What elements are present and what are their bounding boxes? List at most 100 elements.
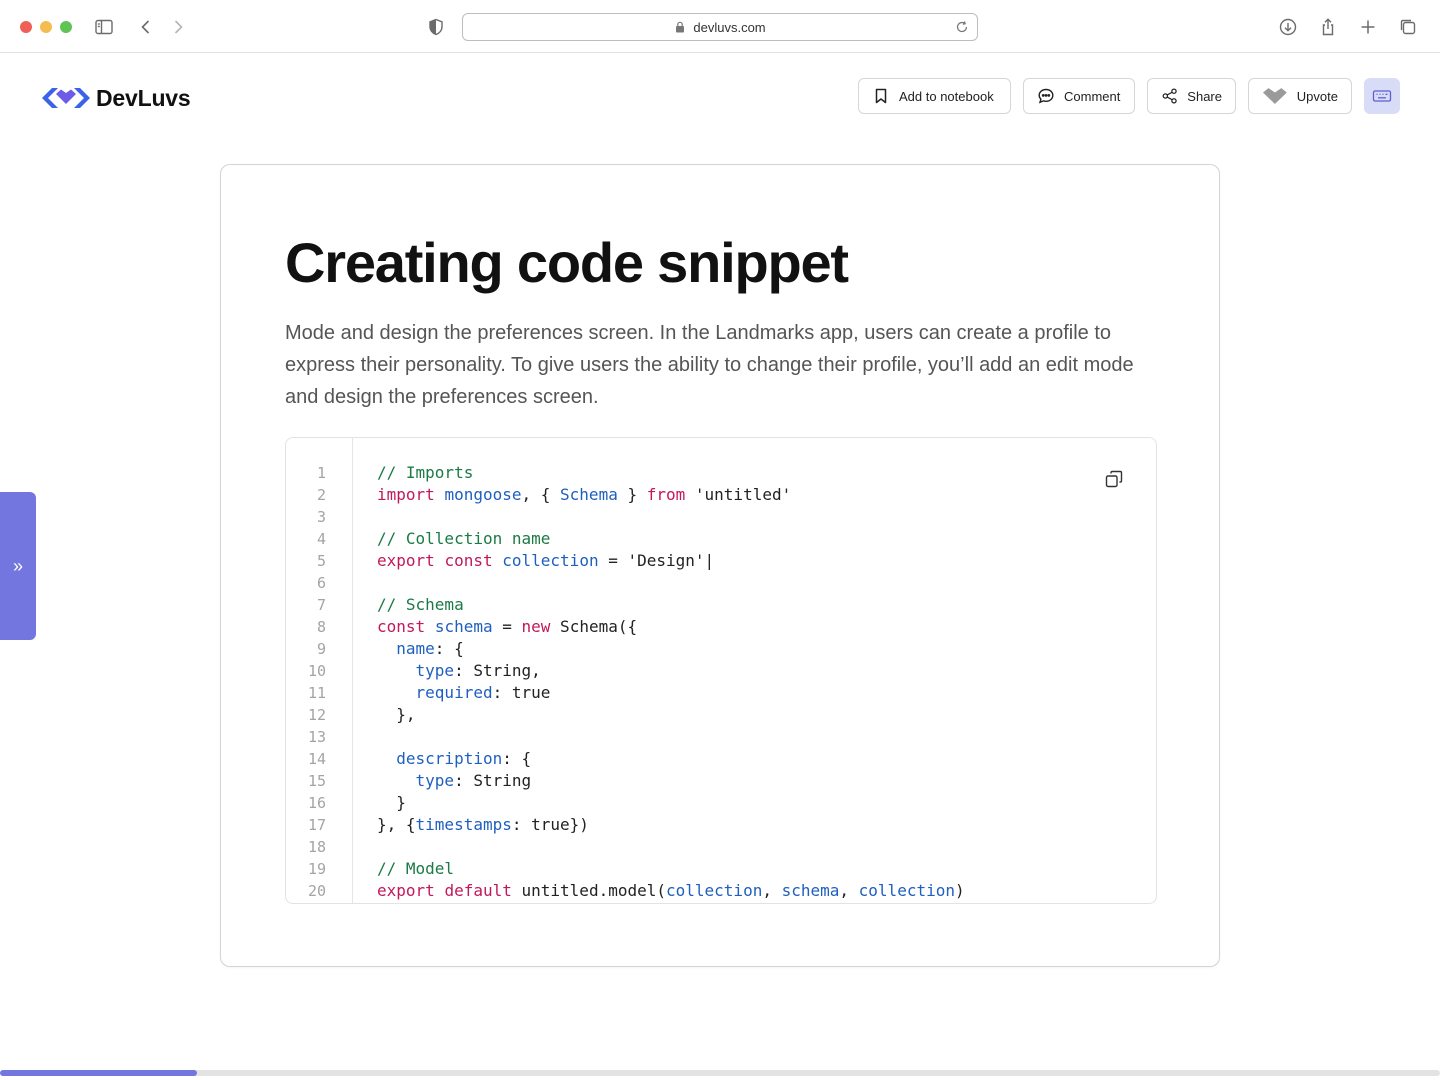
devluvs-logo-icon	[42, 88, 90, 108]
address-bar[interactable]: devluvs.com	[462, 13, 978, 41]
line-number: 8	[316, 618, 326, 636]
copy-code-button[interactable]	[1104, 469, 1126, 491]
code-line: // Collection name	[377, 528, 550, 550]
code-token: }	[377, 793, 406, 812]
line-number: 5	[316, 552, 326, 570]
expand-sidebar-tab[interactable]: »	[0, 492, 36, 640]
comment-label: Comment	[1064, 88, 1121, 104]
page-title: Creating code snippet	[285, 231, 849, 294]
upvote-label: Upvote	[1296, 88, 1338, 104]
code-token: name	[396, 639, 435, 658]
code-token: },	[377, 705, 416, 724]
code-token: // Schema	[377, 595, 464, 614]
line-number: 14	[307, 750, 326, 768]
code-token: // Model	[377, 859, 455, 878]
code-token: =	[492, 617, 522, 636]
share-label: Share	[1187, 88, 1222, 104]
code-line: const schema = new Schema({	[377, 616, 637, 638]
code-token: const	[377, 617, 426, 636]
upvote-button[interactable]: Upvote	[1248, 78, 1352, 114]
zoom-window-button[interactable]	[60, 21, 72, 33]
line-number: 12	[307, 706, 326, 724]
line-number: 1	[316, 464, 326, 482]
sidebar-icon[interactable]	[92, 15, 116, 39]
close-window-button[interactable]	[20, 21, 32, 33]
code-token: export	[377, 551, 435, 570]
shield-icon[interactable]	[424, 15, 448, 39]
code-token: : true})	[511, 815, 589, 834]
double-chevron-right-icon: »	[12, 555, 23, 576]
line-number: 3	[316, 508, 326, 526]
code-line: type: String	[377, 770, 532, 792]
bookmark-icon	[875, 88, 887, 104]
reading-progress-fill	[0, 1070, 198, 1076]
article-description: Mode and design the preferences screen. …	[285, 322, 1134, 408]
code-snippet[interactable]: 1 2 3 4 5 6 7 8 9 10 11 12 13 14 15 16 17 18 19 20 // Impor…	[285, 437, 1157, 904]
code-token: schema	[434, 617, 493, 636]
line-number: 4	[316, 530, 326, 548]
share-button[interactable]: Share	[1147, 78, 1236, 114]
code-token: 'untitled'	[685, 485, 792, 504]
line-number: 13	[307, 728, 326, 746]
code-token: collection	[666, 881, 763, 900]
reload-icon[interactable]	[955, 20, 969, 34]
share-icon[interactable]	[1316, 15, 1340, 39]
copy-icon	[1105, 470, 1123, 488]
back-icon[interactable]	[134, 15, 158, 39]
code-token: collection	[858, 881, 955, 900]
keyboard-shortcuts-button[interactable]	[1364, 78, 1400, 114]
add-to-notebook-button[interactable]: Add to notebook	[858, 78, 1011, 114]
code-token: schema	[781, 881, 840, 900]
code-token: type	[415, 661, 455, 680]
code-line: // Model	[377, 858, 454, 880]
code-token: timestamps	[415, 815, 512, 834]
code-token: description	[396, 749, 503, 768]
code-token: const	[444, 551, 493, 570]
forward-icon[interactable]	[166, 15, 190, 39]
code-token: untitled.model(	[511, 881, 667, 900]
line-number: 18	[307, 838, 326, 856]
line-number-gutter: 1 2 3 4 5 6 7 8 9 10 11 12 13 14 15 16 17 18 19 20	[286, 438, 353, 903]
article-card: Creating code snippet Mode and design th…	[220, 164, 1220, 967]
code-line: description: {	[377, 748, 531, 770]
code-token: )	[954, 881, 965, 900]
reading-progress-bar	[0, 1070, 1440, 1076]
code-token: : true	[492, 683, 551, 702]
line-number: 20	[307, 882, 326, 900]
line-number: 19	[307, 860, 326, 878]
line-number: 9	[316, 640, 326, 658]
line-number: 6	[316, 574, 326, 592]
code-line: export const collection = 'Design'|	[377, 550, 714, 572]
code-line: type: String,	[377, 660, 541, 682]
code-token: ,	[762, 881, 782, 900]
code-line: import mongoose, { Schema } from 'untitl…	[377, 484, 791, 506]
keyboard-icon	[1372, 90, 1392, 102]
tabs-icon[interactable]	[1396, 15, 1420, 39]
minimize-window-button[interactable]	[40, 21, 52, 33]
download-icon[interactable]	[1276, 15, 1300, 39]
code-token: : String,	[454, 661, 541, 680]
code-line: // Schema	[377, 594, 464, 616]
code-token: Schema	[560, 485, 618, 504]
code-token: : {	[502, 749, 532, 768]
url-text: devluvs.com	[693, 19, 766, 35]
browser-toolbar: devluvs.com	[0, 0, 1440, 53]
code-token: collection	[502, 551, 599, 570]
code-token: , {	[521, 485, 561, 504]
line-number: 15	[307, 772, 326, 790]
comment-button[interactable]: Comment	[1023, 78, 1135, 114]
line-number: 16	[307, 794, 326, 812]
site-logo[interactable]: DevLuvs	[40, 84, 191, 112]
new-tab-icon[interactable]	[1356, 15, 1380, 39]
code-token: // Collection name	[377, 529, 551, 548]
code-token: ,	[839, 881, 859, 900]
code-line: export default untitled.model(collection…	[377, 880, 965, 902]
code-token: mongoose	[444, 485, 522, 504]
code-line: name: {	[377, 638, 463, 660]
